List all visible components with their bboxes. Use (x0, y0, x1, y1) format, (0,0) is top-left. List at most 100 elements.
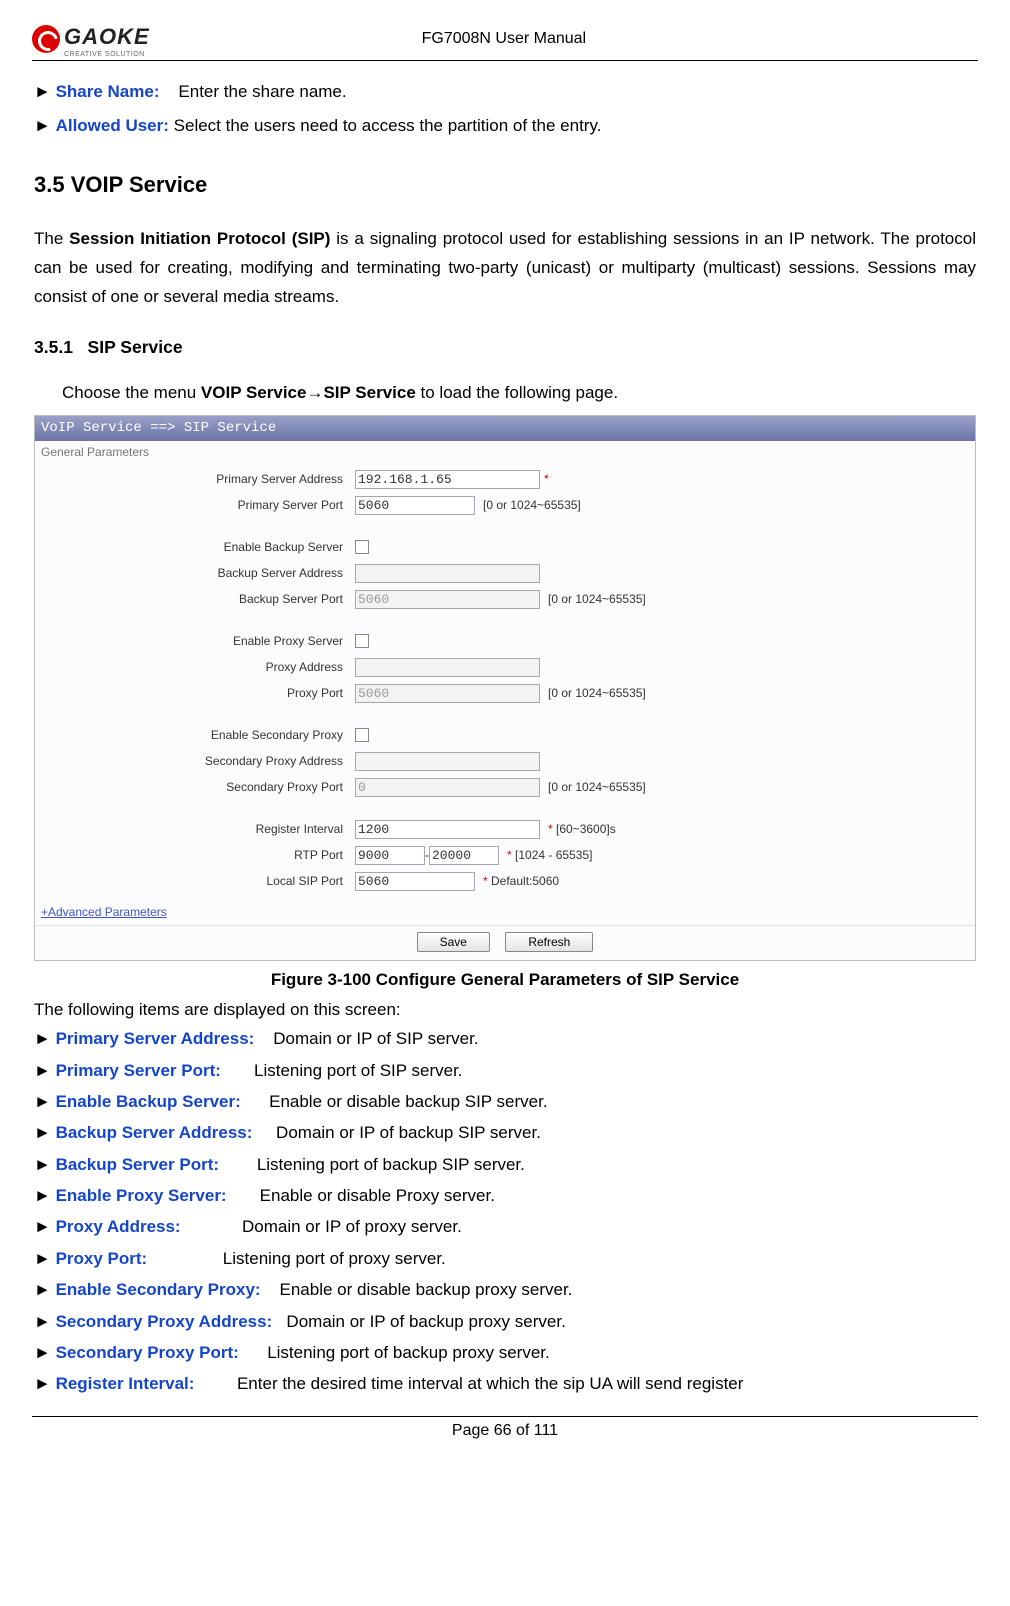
backup-server-port-input[interactable] (355, 590, 540, 609)
hint-local-sip: * Default:5060 (483, 872, 559, 890)
label-enable-backup: Enable Backup Server (35, 538, 355, 556)
row-secproxy-addr: Secondary Proxy Address (35, 749, 975, 773)
label-secproxy-port: Secondary Proxy Port (35, 778, 355, 796)
label-enable-proxy: Enable Proxy Server (35, 632, 355, 650)
definition-line: ► Enable Proxy Server: Enable or disable… (34, 1183, 976, 1209)
row-register-interval: Register Interval * [60~3600]s (35, 817, 975, 841)
definition-label: Primary Server Port: (56, 1061, 221, 1080)
advanced-parameters-link[interactable]: +Advanced Parameters (35, 901, 173, 923)
arrow-icon: ► (34, 1092, 56, 1111)
proxy-port-input[interactable] (355, 684, 540, 703)
label-proxy-port: Proxy Port (35, 684, 355, 702)
sip-service-form: VoIP Service ==> SIP Service General Par… (34, 415, 976, 961)
definition-desc: Enable or disable backup proxy server. (280, 1280, 573, 1299)
rtp-port-from-input[interactable] (355, 846, 425, 865)
definition-desc: Enable or disable Proxy server. (260, 1186, 495, 1205)
menu-instruction: Choose the menu VOIP Service→SIP Service… (34, 380, 976, 406)
arrow-icon: ► (34, 1343, 56, 1362)
arrow-icon: ► (34, 1155, 56, 1174)
definition-line: ► Enable Backup Server: Enable or disabl… (34, 1089, 976, 1115)
primary-server-address-input[interactable] (355, 470, 540, 489)
label-rtp-port: RTP Port (35, 846, 355, 864)
arrow-icon: ► (34, 1312, 56, 1331)
definition-desc: Enter the desired time interval at which… (237, 1374, 743, 1393)
primary-server-port-input[interactable] (355, 496, 475, 515)
label-local-sip: Local SIP Port (35, 872, 355, 890)
row-proxy-port: Proxy Port [0 or 1024~65535] (35, 681, 975, 705)
definition-label: Backup Server Address: (56, 1123, 253, 1142)
arrow-icon: ► (34, 1249, 56, 1268)
row-enable-proxy: Enable Proxy Server (35, 629, 975, 653)
label-enable-secproxy: Enable Secondary Proxy (35, 726, 355, 744)
local-sip-port-input[interactable] (355, 872, 475, 891)
arrow-icon: ► (34, 1280, 56, 1299)
label-backup-port: Backup Server Port (35, 590, 355, 608)
register-interval-input[interactable] (355, 820, 540, 839)
row-primary-addr: Primary Server Address * (35, 467, 975, 491)
definition-label: Secondary Proxy Address: (56, 1312, 273, 1331)
refresh-button[interactable]: Refresh (505, 932, 593, 952)
definition-label: Primary Server Address: (56, 1029, 255, 1048)
label-primary-port: Primary Server Port (35, 496, 355, 514)
figure-caption: Figure 3-100 Configure General Parameter… (34, 967, 976, 993)
definition-desc: Listening port of backup SIP server. (257, 1155, 525, 1174)
breadcrumb: VoIP Service ==> SIP Service (35, 416, 975, 441)
definition-desc: Listening port of proxy server. (223, 1249, 446, 1268)
arrow-icon: ► (34, 1374, 56, 1393)
enable-secondary-proxy-checkbox[interactable] (355, 728, 369, 742)
arrow-icon: ► (34, 82, 56, 101)
logo-icon (32, 25, 60, 53)
definition-label: Proxy Address: (56, 1217, 181, 1236)
hint-primary-port: [0 or 1024~65535] (483, 496, 581, 514)
backup-server-address-input[interactable] (355, 564, 540, 583)
hint-secproxy-port: [0 or 1024~65535] (548, 778, 646, 796)
secondary-proxy-address-input[interactable] (355, 752, 540, 771)
definition-desc: Domain or IP of proxy server. (242, 1217, 462, 1236)
row-primary-port: Primary Server Port [0 or 1024~65535] (35, 493, 975, 517)
definition-label: Register Interval: (56, 1374, 195, 1393)
definition-label: Enable Secondary Proxy: (56, 1280, 261, 1299)
sip-intro-paragraph: The Session Initiation Protocol (SIP) is… (34, 225, 976, 312)
hint-backup-port: [0 or 1024~65535] (548, 590, 646, 608)
arrow-icon: ► (34, 1123, 56, 1142)
enable-proxy-checkbox[interactable] (355, 634, 369, 648)
definition-label: Backup Server Port: (56, 1155, 219, 1174)
definition-desc: Domain or IP of SIP server. (273, 1029, 478, 1048)
doc-title: FG7008N User Manual (30, 27, 978, 51)
row-proxy-addr: Proxy Address (35, 655, 975, 679)
hint-rtp-port: * [1024 - 65535] (507, 846, 592, 864)
save-button[interactable]: Save (417, 932, 490, 952)
field-label: Share Name: (56, 82, 160, 101)
proxy-address-input[interactable] (355, 658, 540, 677)
definition-line: ► Secondary Proxy Address: Domain or IP … (34, 1309, 976, 1335)
hint-proxy-port: [0 or 1024~65535] (548, 684, 646, 702)
logo-subtext: CREATIVE SOLUTION (64, 51, 150, 58)
field-label: Allowed User: (56, 116, 169, 135)
definition-label: Secondary Proxy Port: (56, 1343, 239, 1362)
definition-desc: Listening port of SIP server. (254, 1061, 463, 1080)
arrow-icon: ► (34, 1186, 56, 1205)
arrow-icon: ► (34, 1029, 56, 1048)
definition-line: ► Secondary Proxy Port: Listening port o… (34, 1340, 976, 1366)
fieldset-label: General Parameters (35, 441, 975, 463)
definition-line: ► Proxy Port: Listening port of proxy se… (34, 1246, 976, 1272)
section-heading: 3.5 VOIP Service (34, 168, 976, 201)
definition-line: ► Enable Secondary Proxy: Enable or disa… (34, 1277, 976, 1303)
field-desc: Select the users need to access the part… (174, 116, 602, 135)
definition-line: ► Proxy Address: Domain or IP of proxy s… (34, 1214, 976, 1240)
definition-desc: Domain or IP of backup SIP server. (276, 1123, 541, 1142)
row-enable-secproxy: Enable Secondary Proxy (35, 723, 975, 747)
required-star-icon: * (544, 470, 549, 488)
arrow-icon: ► (34, 1061, 56, 1080)
rtp-port-to-input[interactable] (429, 846, 499, 865)
label-primary-addr: Primary Server Address (35, 470, 355, 488)
secondary-proxy-port-input[interactable] (355, 778, 540, 797)
label-proxy-addr: Proxy Address (35, 658, 355, 676)
enable-backup-checkbox[interactable] (355, 540, 369, 554)
page-header: GAOKE CREATIVE SOLUTION FG7008N User Man… (32, 20, 978, 61)
definition-desc: Listening port of backup proxy server. (267, 1343, 550, 1362)
label-register-interval: Register Interval (35, 820, 355, 838)
field-line: ► Allowed User: Select the users need to… (34, 113, 976, 139)
definition-desc: Domain or IP of backup proxy server. (286, 1312, 565, 1331)
subsection-heading: 3.5.1 SIP Service (34, 334, 976, 360)
